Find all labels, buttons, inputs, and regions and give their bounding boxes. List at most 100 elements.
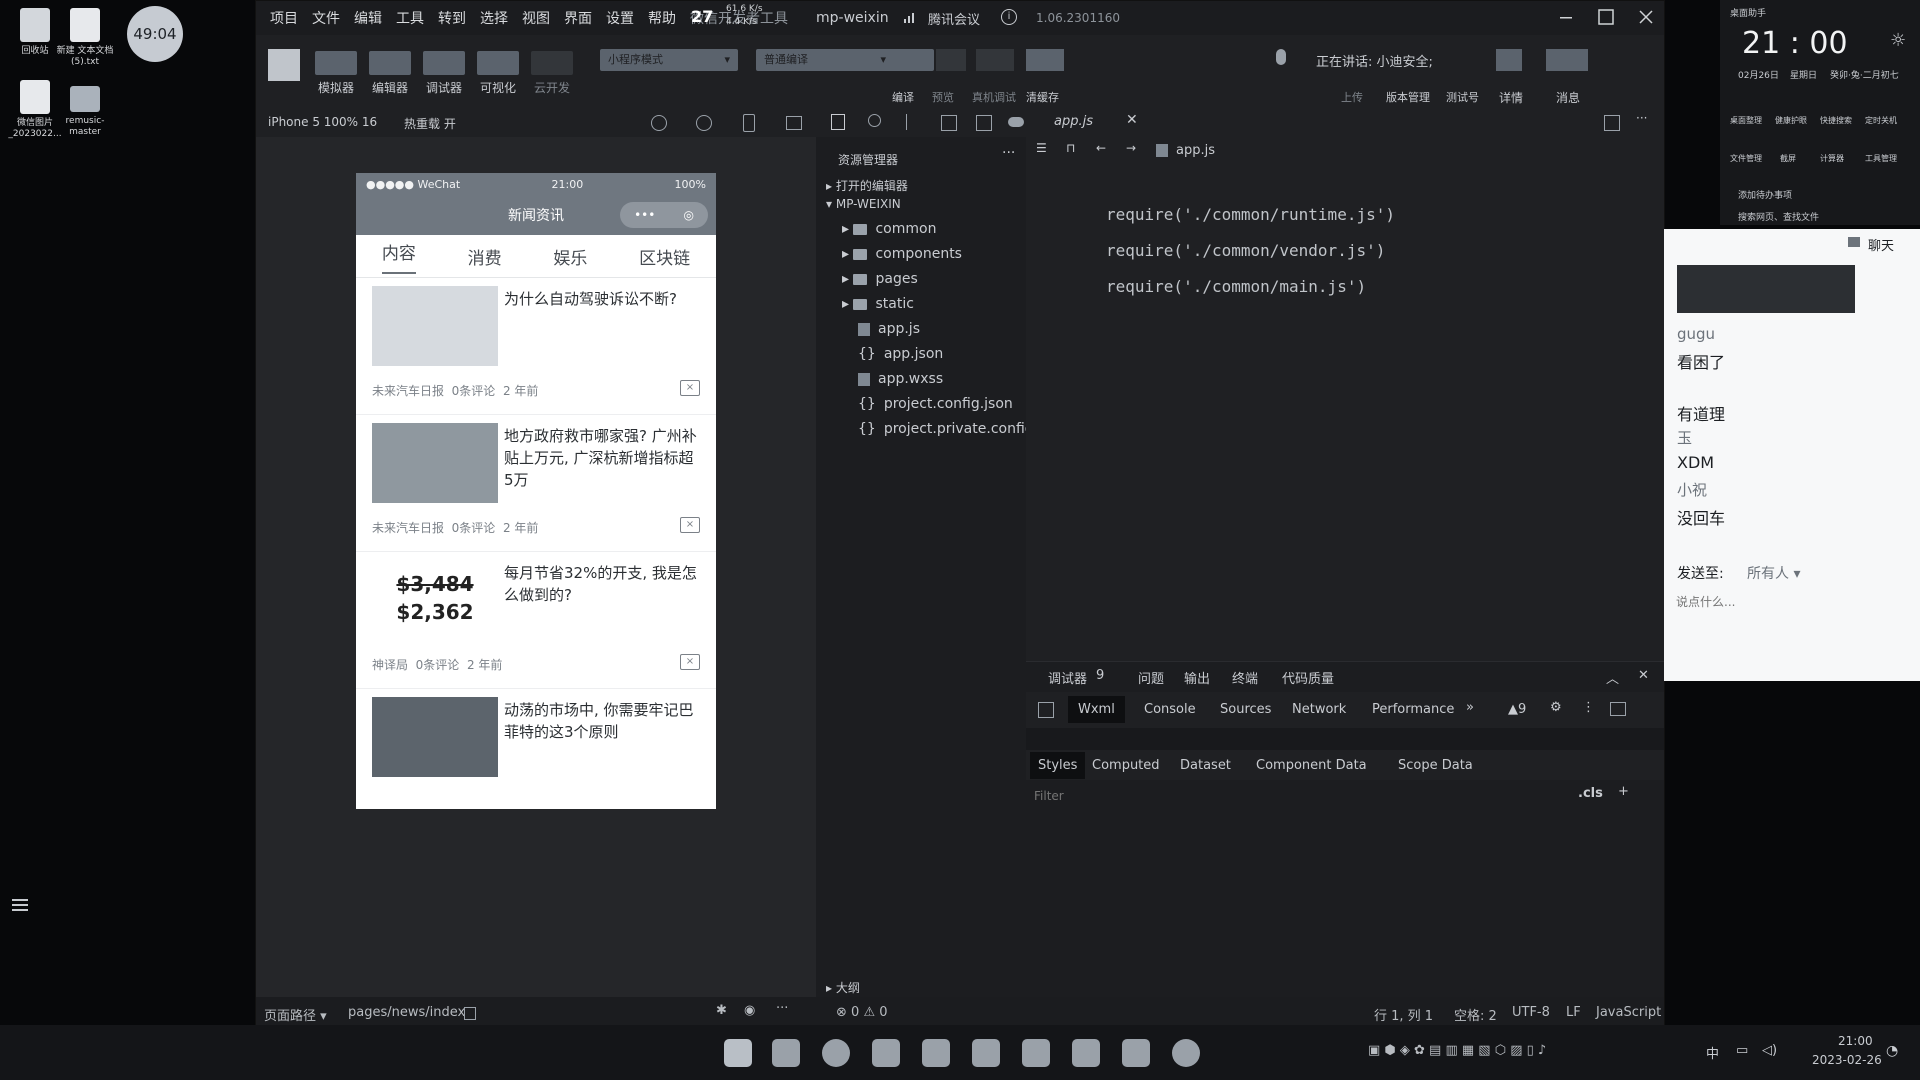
close-tab-icon[interactable]: ✕ [1126,112,1138,128]
tab-styles[interactable]: Styles [1030,752,1086,779]
bookmark-icon[interactable]: ⊓ [1066,141,1075,155]
device-select[interactable]: iPhone 5 100% 16 [268,115,377,129]
simulator-toggle[interactable]: 模拟器 [312,51,360,96]
tab-debugger[interactable]: 调试器 [1048,668,1087,687]
menu-view[interactable]: 视图 [522,8,550,28]
notification-icon[interactable]: ◔ [1886,1043,1898,1059]
meeting-label[interactable]: 腾讯会议 [928,9,980,28]
cls-toggle[interactable]: .cls [1578,786,1603,801]
code-line-3[interactable]: require('./common/main.js') [1106,277,1366,296]
editor-toggle[interactable]: 编辑器 [366,51,414,96]
inspect-icon[interactable] [1038,702,1054,718]
window-icon[interactable] [786,116,802,130]
details-button[interactable]: 详情 [1499,89,1523,106]
bug-icon[interactable]: ✱ [716,1003,727,1018]
more-icon[interactable]: ••• [634,208,655,222]
folder-static[interactable]: ▸ static [842,296,914,312]
layout-icon[interactable] [976,115,992,131]
tray-icons[interactable]: ▣ ⬢ ◈ ✿ ▤ ▥ ▦ ▧ ⬡ ▨ ▯ ♪ [1368,1043,1546,1058]
action-eye-care[interactable]: 健康护眼 [1775,115,1807,126]
eol-setting[interactable]: LF [1566,1005,1581,1020]
folder-components[interactable]: ▸ components [842,246,962,262]
code-line-2[interactable]: require('./common/vendor.js') [1106,241,1385,260]
app-icon[interactable] [972,1039,1000,1067]
remote-debug-button[interactable]: 真机调试 [972,89,1016,105]
taskbar-time[interactable]: 21:00 [1838,1034,1873,1048]
bell-icon[interactable] [1546,49,1588,71]
taskbar-date[interactable]: 2023-02-26 [1812,1053,1882,1067]
tab-sources[interactable]: Sources [1220,702,1271,717]
forward-arrow-icon[interactable]: → [1126,141,1136,155]
encoding-setting[interactable]: UTF-8 [1512,1005,1550,1020]
news-item[interactable]: $3,484 $2,362 每月节省32%的开支, 我是怎么做到的? 神译局 0… [356,552,716,689]
preview-icon[interactable] [936,49,966,71]
list-icon[interactable]: ☰ [1036,141,1047,155]
volume-icon[interactable]: ◁) [1762,1043,1777,1058]
folder-pages[interactable]: ▸ pages [842,271,918,287]
tab-consume[interactable]: 消费 [468,244,502,269]
cloud-dev-button[interactable]: 云开发 [528,51,576,96]
tab-code-quality[interactable]: 代码质量 [1282,668,1334,687]
warning-badge[interactable]: ▲9 [1508,702,1526,717]
start-icon[interactable] [724,1039,752,1067]
edge-icon[interactable] [822,1039,850,1067]
version-mgmt-button[interactable]: 版本管理 [1386,89,1430,105]
copy-path-icon[interactable] [464,1007,476,1020]
info-icon[interactable]: i [1001,9,1017,25]
dismiss-news-button[interactable]: × [680,517,700,533]
action-desktop-organize[interactable]: 桌面整理 [1730,115,1762,126]
outline-section[interactable]: ▸ 大纲 [826,979,860,996]
gear-icon[interactable]: ⚙ [1550,700,1562,715]
compile-button[interactable]: 编译 [892,89,914,105]
tab-performance[interactable]: Performance [1372,702,1454,717]
send-to-select[interactable]: 所有人 ▾ [1747,563,1800,583]
capsule-menu[interactable]: ••• ◎ [620,202,708,228]
action-file-manager[interactable]: 文件管理 [1730,153,1762,164]
search-icon[interactable] [868,114,881,127]
list-icon[interactable] [12,897,28,913]
breadcrumb[interactable]: app.js [1156,143,1215,158]
tab-component-data[interactable]: Component Data [1256,758,1367,773]
code-line-1[interactable]: require('./common/runtime.js') [1106,205,1395,224]
debugger-toggle[interactable]: 调试器 [420,51,468,96]
mode-select[interactable]: 小程序模式 ▾ [600,49,738,71]
tab-content[interactable]: 内容 [381,239,416,274]
kebab-menu-icon[interactable]: ⋮ [1582,700,1595,715]
app-icon[interactable] [872,1039,900,1067]
tab-entertainment[interactable]: 娱乐 [553,244,587,269]
copy-icon[interactable] [831,114,845,130]
shared-screenshot[interactable] [1677,265,1855,313]
add-todo-button[interactable]: 添加待办事项 [1738,188,1792,201]
tab-console[interactable]: Console [1144,702,1196,717]
tab-blockchain[interactable]: 区块链 [639,244,690,269]
add-rule-icon[interactable]: + [1618,784,1629,799]
close-capsule-icon[interactable]: ◎ [683,208,693,222]
undock-icon[interactable] [1610,702,1626,716]
action-quick-search[interactable]: 快捷搜索 [1820,115,1852,126]
compile-select[interactable]: 普通编译 ▾ [756,49,934,71]
clear-cache-button[interactable]: 清缓存 [1026,89,1059,105]
menu-help[interactable]: 帮助 [648,8,676,28]
menu-select[interactable]: 选择 [480,8,508,28]
upload-button[interactable]: 上传 [1341,89,1363,105]
more-icon[interactable]: ··· [776,1001,788,1016]
filter-input[interactable] [1032,786,1556,806]
details-icon[interactable] [1496,49,1522,71]
phone-icon[interactable] [743,114,755,132]
menu-goto[interactable]: 转到 [438,8,466,28]
project-root[interactable]: ▾ MP-WEIXIN [826,197,901,211]
news-item[interactable]: 地方政府救市哪家强? 广州补贴上万元, 广深杭新增指标超5万 未来汽车日报 0条… [356,415,716,552]
sun-icon[interactable]: ☼ [1890,30,1906,51]
timer-widget[interactable]: 49:04 [127,6,183,62]
network-icon[interactable]: ▭ [1736,1043,1748,1058]
action-timed-shutdown[interactable]: 定时关机 [1865,115,1897,126]
app-icon[interactable] [1072,1039,1100,1067]
file-project-config[interactable]: {} project.config.json [858,396,1013,412]
editor-tab-app-js[interactable]: app.js ✕ [1026,107,1146,137]
collapse-icon[interactable]: ︿ [1606,668,1619,687]
more-actions-icon[interactable]: ··· [1636,111,1647,125]
refresh-icon[interactable] [651,115,667,131]
language-mode[interactable]: JavaScript [1596,1005,1661,1020]
more-icon[interactable]: ··· [1002,145,1015,161]
tab-wxml[interactable]: Wxml [1068,696,1125,723]
